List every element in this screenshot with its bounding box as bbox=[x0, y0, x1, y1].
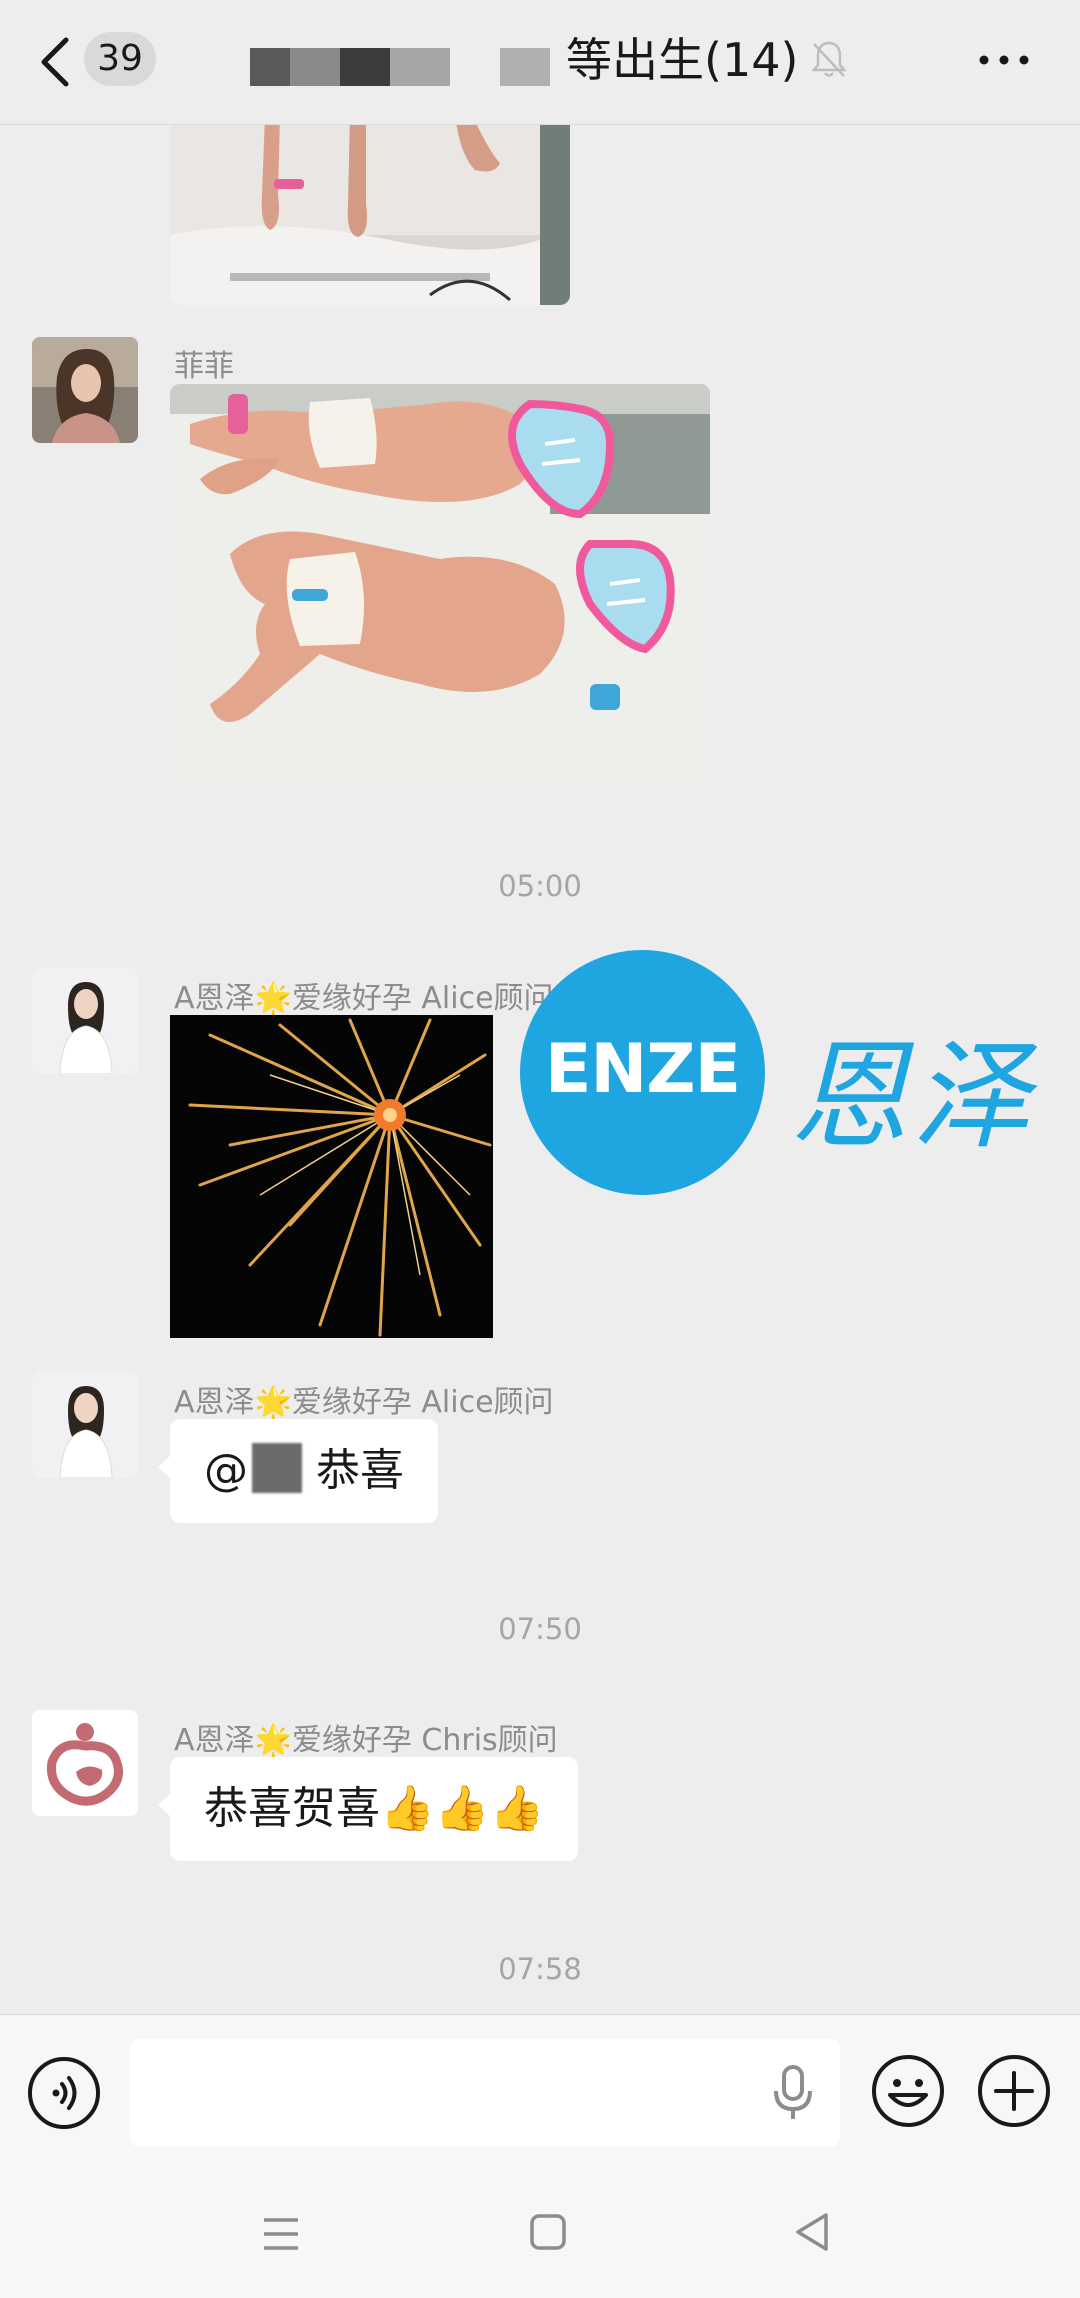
message-input-bar bbox=[0, 2014, 1080, 2171]
plus-icon[interactable] bbox=[976, 2053, 1052, 2129]
fireworks-photo[interactable] bbox=[170, 1015, 493, 1338]
chat-header: 39 等出生(14) bbox=[0, 0, 1080, 125]
sender-name: A恩泽🌟爱缘好孕 Chris顾问 bbox=[174, 1723, 558, 1758]
mention-at: @ bbox=[204, 1445, 248, 1496]
chevron-left-icon[interactable] bbox=[36, 36, 76, 88]
voice-icon[interactable] bbox=[26, 2055, 102, 2131]
newborn-feet-photo[interactable] bbox=[170, 125, 570, 305]
back-triangle-icon[interactable] bbox=[794, 2212, 830, 2252]
newborn-twins-photo[interactable] bbox=[170, 384, 710, 784]
sender-name: A恩泽🌟爱缘好孕 Alice顾问 bbox=[174, 981, 554, 1016]
unread-count-badge[interactable]: 39 bbox=[84, 32, 156, 86]
emoji-icon[interactable] bbox=[870, 2053, 946, 2129]
watermark-logo-text: ENZE bbox=[544, 1030, 741, 1109]
menu-icon[interactable] bbox=[262, 2216, 300, 2252]
chat-title[interactable]: 等出生(14) bbox=[566, 30, 798, 90]
more-dots-icon[interactable] bbox=[976, 50, 1032, 70]
redacted-group-name-2 bbox=[500, 48, 550, 86]
redacted-mention bbox=[252, 1443, 302, 1493]
timestamp: 07:50 bbox=[498, 1612, 582, 1646]
timestamp: 05:00 bbox=[498, 869, 582, 903]
message-text: 恭喜 bbox=[316, 1445, 404, 1496]
sender-name: A恩泽🌟爱缘好孕 Alice顾问 bbox=[174, 1385, 554, 1420]
message-input[interactable] bbox=[130, 2039, 840, 2147]
redacted-group-name bbox=[250, 48, 450, 86]
enze-watermark-logo: ENZE bbox=[520, 950, 765, 1195]
watermark-chinese-text: 恩泽 bbox=[790, 1027, 1035, 1165]
avatar[interactable] bbox=[32, 1372, 138, 1478]
timestamp: 07:58 bbox=[498, 1952, 582, 1986]
message-text: 恭喜贺喜👍👍👍 bbox=[204, 1783, 545, 1834]
text-message-bubble[interactable]: @ 恭喜 bbox=[158, 1419, 438, 1523]
home-icon[interactable] bbox=[530, 2214, 566, 2250]
text-message-bubble[interactable]: 恭喜贺喜👍👍👍 bbox=[157, 1757, 579, 1861]
sender-name: 菲菲 bbox=[174, 349, 234, 384]
avatar[interactable] bbox=[32, 968, 138, 1074]
microphone-icon[interactable] bbox=[770, 2063, 816, 2123]
system-nav-bar bbox=[0, 2170, 1080, 2298]
bell-off-icon bbox=[811, 41, 847, 77]
avatar[interactable] bbox=[32, 337, 138, 443]
avatar[interactable] bbox=[32, 1710, 138, 1816]
